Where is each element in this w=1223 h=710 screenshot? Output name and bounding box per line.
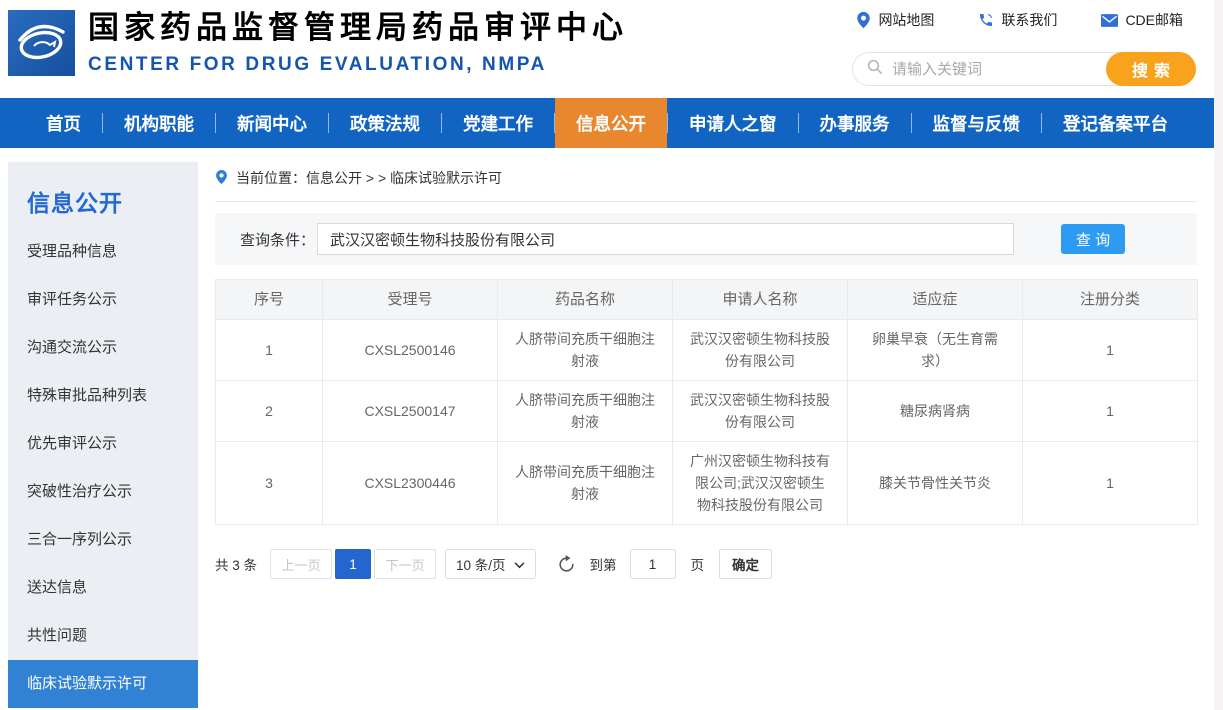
table-header-row: 序号 受理号 药品名称 申请人名称 适应症 注册分类: [216, 280, 1198, 320]
nav-item-news-center[interactable]: 新闻中心: [216, 98, 328, 148]
sidebar-item-communication[interactable]: 沟通交流公示: [8, 324, 198, 372]
search-icon: [866, 58, 884, 81]
results-table: 序号 受理号 药品名称 申请人名称 适应症 注册分类 1 CXSL2500146…: [215, 279, 1198, 525]
cell-indication: 卵巢早衰（无生育需求）: [848, 320, 1023, 381]
main-content: 当前位置：信息公开 > > 临床试验默示许可 查询条件： 查 询 序号 受理号 …: [215, 168, 1197, 579]
breadcrumb-text: 当前位置：信息公开 > > 临床试验默示许可: [236, 168, 502, 188]
column-header-drug-name: 药品名称: [498, 280, 673, 320]
cde-logo: [8, 10, 75, 76]
cell-seq: 3: [216, 442, 323, 525]
refresh-icon[interactable]: [557, 555, 576, 574]
info-disclosure-sidebar: 信息公开 受理品种信息 审评任务公示 沟通交流公示 特殊审批品种列表 优先审评公…: [8, 162, 198, 707]
cell-seq: 2: [216, 381, 323, 442]
cell-applicant: 广州汉密顿生物科技有限公司;武汉汉密顿生物科技股份有限公司: [673, 442, 848, 525]
nav-item-home[interactable]: 首页: [25, 98, 102, 148]
contact-us-link[interactable]: 联系我们: [978, 10, 1057, 30]
nav-item-registration-platform[interactable]: 登记备案平台: [1042, 98, 1189, 148]
sidebar-item-accepted-products[interactable]: 受理品种信息: [8, 228, 198, 276]
cell-drug-name: 人脐带间充质干细胞注射液: [498, 320, 673, 381]
page-header: 国家药品监督管理局药品审评中心 CENTER FOR DRUG EVALUATI…: [0, 0, 1223, 98]
sidebar-item-delivery-info[interactable]: 送达信息: [8, 564, 198, 612]
next-page-button[interactable]: 下一页: [374, 549, 436, 579]
contact-us-link-label: 联系我们: [1001, 10, 1057, 30]
envelope-icon: [1101, 14, 1118, 27]
sitemap-link-label: 网站地图: [878, 10, 934, 30]
nav-item-org-functions[interactable]: 机构职能: [103, 98, 215, 148]
sidebar-item-three-in-one[interactable]: 三合一序列公示: [8, 516, 198, 564]
cell-drug-name: 人脐带间充质干细胞注射液: [498, 381, 673, 442]
cde-mail-link[interactable]: CDE邮箱: [1101, 10, 1183, 30]
nav-item-supervision-feedback[interactable]: 监督与反馈: [912, 98, 1042, 148]
goto-page-input[interactable]: [630, 549, 676, 579]
goto-confirm-button[interactable]: 确定: [719, 549, 772, 579]
sidebar-title: 信息公开: [8, 162, 198, 228]
page-size-select[interactable]: 10 条/页: [445, 549, 536, 579]
cell-indication: 膝关节骨性关节炎: [848, 442, 1023, 525]
nav-item-party-building[interactable]: 党建工作: [442, 98, 554, 148]
site-subtitle: CENTER FOR DRUG EVALUATION, NMPA: [88, 54, 628, 76]
breadcrumb-pin-icon: [215, 169, 228, 188]
top-utility-links: 网站地图 联系我们 CDE邮箱: [856, 10, 1183, 30]
goto-page-suffix: 页: [691, 554, 705, 574]
nav-item-applicant-window[interactable]: 申请人之窗: [668, 98, 798, 148]
query-button[interactable]: 查 询: [1061, 224, 1125, 254]
table-row: 1 CXSL2500146 人脐带间充质干细胞注射液 武汉汉密顿生物科技股份有限…: [216, 320, 1198, 381]
nav-item-policies[interactable]: 政策法规: [329, 98, 441, 148]
column-header-acceptance-no: 受理号: [323, 280, 498, 320]
site-search-input[interactable]: [884, 61, 1106, 78]
page-size-value: 10 条/页: [456, 554, 506, 574]
site-title-block: 国家药品监督管理局药品审评中心 CENTER FOR DRUG EVALUATI…: [88, 8, 628, 76]
cell-applicant: 武汉汉密顿生物科技股份有限公司: [673, 381, 848, 442]
column-header-applicant: 申请人名称: [673, 280, 848, 320]
query-condition-label: 查询条件：: [240, 229, 315, 250]
query-panel: 查询条件： 查 询: [215, 213, 1197, 265]
site-search-bar: 搜索: [852, 52, 1196, 86]
prev-page-button[interactable]: 上一页: [270, 549, 332, 579]
goto-page-label: 到第: [590, 554, 617, 574]
table-row: 2 CXSL2500147 人脐带间充质干细胞注射液 武汉汉密顿生物科技股份有限…: [216, 381, 1198, 442]
sidebar-item-clinical-trial-implied-license[interactable]: 临床试验默示许可: [8, 660, 198, 708]
cell-registration-class: 1: [1023, 381, 1198, 442]
sidebar-item-common-issues[interactable]: 共性问题: [8, 612, 198, 660]
cde-logo-swoosh-icon: [8, 63, 75, 80]
chevron-down-icon: [514, 557, 525, 572]
column-header-seq: 序号: [216, 280, 323, 320]
page-number-button[interactable]: 1: [335, 549, 371, 579]
cell-acceptance-no: CXSL2300446: [323, 442, 498, 525]
cell-indication: 糖尿病肾病: [848, 381, 1023, 442]
table-row: 3 CXSL2300446 人脐带间充质干细胞注射液 广州汉密顿生物科技有限公司…: [216, 442, 1198, 525]
nav-item-services[interactable]: 办事服务: [799, 98, 911, 148]
sidebar-item-breakthrough-therapy[interactable]: 突破性治疗公示: [8, 468, 198, 516]
total-count-label: 共 3 条: [215, 554, 257, 574]
query-condition-input[interactable]: [317, 223, 1014, 255]
main-navbar: 首页 机构职能 新闻中心 政策法规 党建工作 信息公开 申请人之窗 办事服务 监…: [0, 98, 1223, 148]
breadcrumb: 当前位置：信息公开 > > 临床试验默示许可: [215, 168, 1197, 202]
pagination: 共 3 条 上一页 1 下一页 10 条/页 到第 页 确定: [215, 549, 1197, 579]
sidebar-item-priority-review[interactable]: 优先审评公示: [8, 420, 198, 468]
cell-seq: 1: [216, 320, 323, 381]
column-header-indication: 适应症: [848, 280, 1023, 320]
location-pin-icon: [856, 11, 871, 29]
site-search-button[interactable]: 搜索: [1106, 52, 1196, 86]
column-header-registration-class: 注册分类: [1023, 280, 1198, 320]
cell-acceptance-no: CXSL2500147: [323, 381, 498, 442]
phone-icon: [978, 12, 994, 28]
cde-mail-link-label: CDE邮箱: [1125, 10, 1183, 30]
sitemap-link[interactable]: 网站地图: [856, 10, 934, 30]
cell-applicant: 武汉汉密顿生物科技股份有限公司: [673, 320, 848, 381]
sidebar-item-special-approval-list[interactable]: 特殊审批品种列表: [8, 372, 198, 420]
nav-item-info-disclosure[interactable]: 信息公开: [555, 98, 667, 148]
cell-registration-class: 1: [1023, 442, 1198, 525]
cell-acceptance-no: CXSL2500146: [323, 320, 498, 381]
cell-registration-class: 1: [1023, 320, 1198, 381]
site-title: 国家药品监督管理局药品审评中心: [88, 8, 628, 48]
cell-drug-name: 人脐带间充质干细胞注射液: [498, 442, 673, 525]
sidebar-item-review-tasks[interactable]: 审评任务公示: [8, 276, 198, 324]
scrollbar[interactable]: [1214, 0, 1223, 710]
